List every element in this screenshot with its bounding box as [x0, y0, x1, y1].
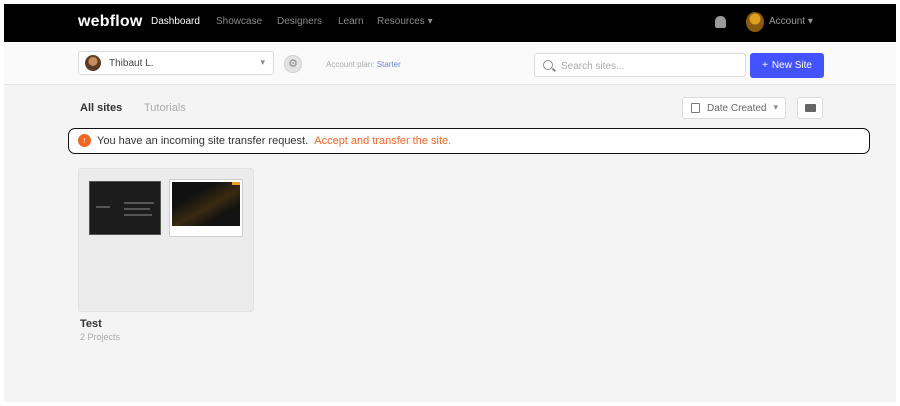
chevron-down-icon: ▾ — [773, 102, 778, 112]
project-thumbnail — [169, 179, 243, 237]
workspace-selector[interactable]: Thibaut L. ▾ — [78, 51, 274, 75]
notification-bell-icon[interactable] — [715, 16, 726, 28]
top-navigation: webflow Dashboard Showcase Designers Lea… — [4, 4, 896, 42]
plan-info: Account plan: Starter — [326, 60, 401, 69]
nav-link-dashboard[interactable]: Dashboard — [151, 16, 200, 27]
search-box — [534, 53, 746, 77]
workspace-settings-button[interactable]: ⚙ — [284, 55, 302, 73]
arrow-up-icon: ↑ — [78, 134, 91, 147]
account-avatar[interactable] — [746, 12, 764, 32]
gear-icon: ⚙ — [288, 58, 298, 70]
project-thumbnail — [89, 181, 161, 235]
sort-dropdown[interactable]: Date Created ▾ — [682, 97, 786, 119]
plan-link[interactable]: Starter — [377, 60, 401, 69]
workspace-name: Thibaut L. — [109, 58, 154, 69]
account-menu[interactable]: Account ▾ — [769, 16, 813, 27]
workspace-avatar — [85, 55, 101, 71]
transfer-request-banner: ↑ You have an incoming site transfer req… — [68, 128, 870, 154]
folder-project-count: 2 Projects — [80, 332, 121, 342]
plus-icon: + — [762, 60, 768, 71]
new-site-button[interactable]: + New Site — [750, 53, 824, 78]
plan-label: Account plan: — [326, 60, 375, 69]
webflow-logo[interactable]: webflow — [78, 13, 143, 31]
nav-link-resources[interactable]: Resources ▾ — [377, 16, 433, 27]
folder-title[interactable]: Test — [80, 318, 102, 330]
folder-icon — [805, 104, 816, 112]
dashboard-window: webflow Dashboard Showcase Designers Lea… — [4, 4, 896, 402]
tab-tutorials[interactable]: Tutorials — [144, 102, 186, 114]
calendar-icon — [691, 103, 700, 113]
sort-selected-label: Date Created — [707, 103, 767, 114]
chevron-down-icon: ▾ — [260, 57, 265, 67]
banner-text: You have an incoming site transfer reque… — [97, 135, 451, 147]
workspace-bar: Thibaut L. ▾ ⚙ Account plan: Starter + N… — [4, 42, 896, 85]
nav-link-learn[interactable]: Learn — [338, 16, 364, 27]
nav-link-designers[interactable]: Designers — [277, 16, 322, 27]
tab-all-sites[interactable]: All sites — [80, 102, 122, 114]
banner-message: You have an incoming site transfer reque… — [97, 135, 309, 147]
accept-transfer-link[interactable]: Accept and transfer the site. — [314, 135, 451, 147]
folder-card[interactable] — [78, 168, 254, 312]
search-input[interactable] — [559, 58, 743, 74]
new-folder-button[interactable] — [797, 97, 823, 119]
search-icon — [543, 60, 553, 70]
nav-link-showcase[interactable]: Showcase — [216, 16, 262, 27]
new-site-label: New Site — [771, 60, 812, 71]
